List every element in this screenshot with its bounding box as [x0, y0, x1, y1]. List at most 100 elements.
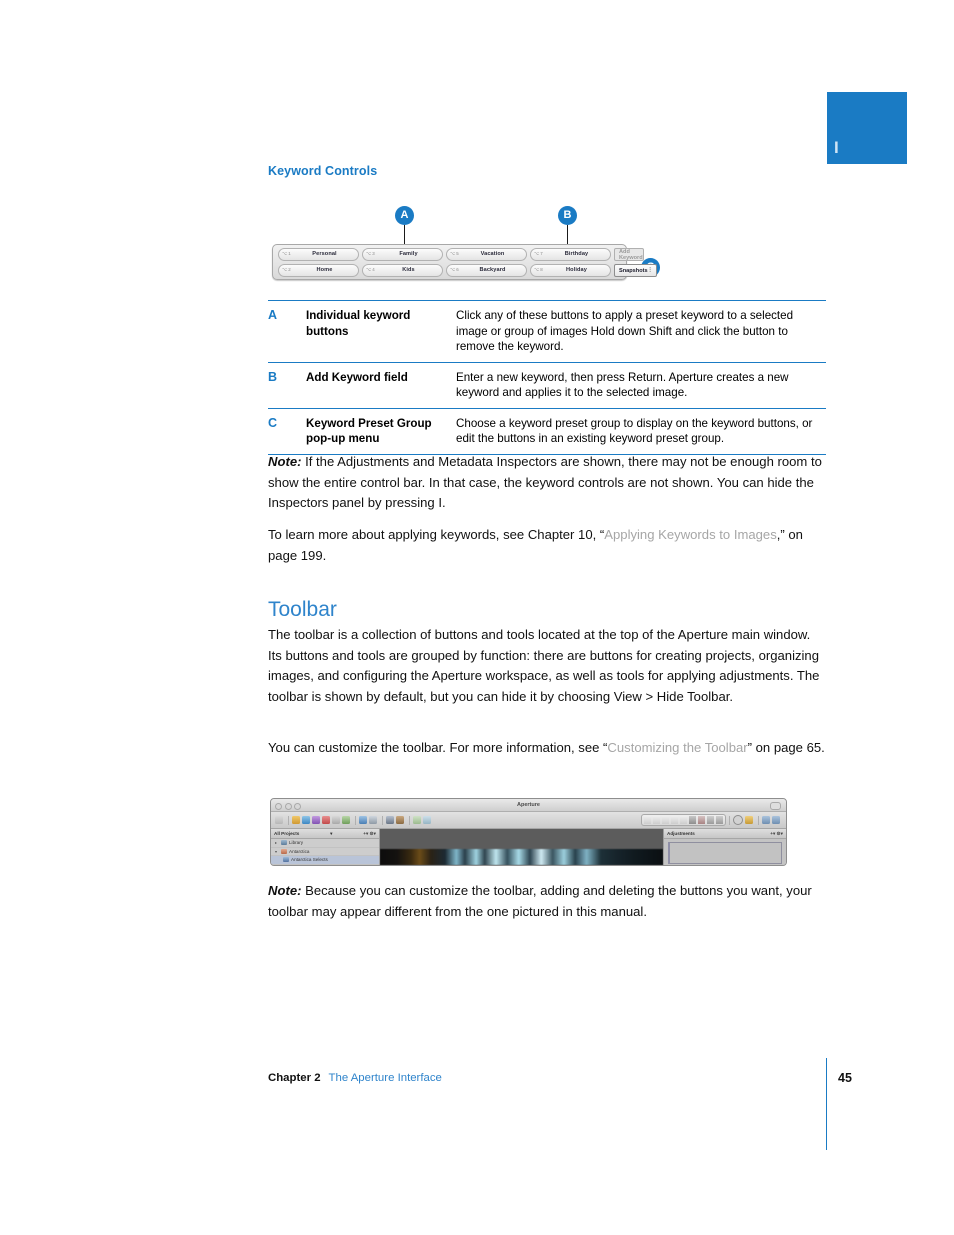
- keyword-label: Holiday: [566, 266, 587, 273]
- legend-key: B: [268, 369, 278, 384]
- toolbar-body-paragraph: The toolbar is a collection of buttons a…: [268, 627, 820, 704]
- callout-b: B: [558, 206, 577, 225]
- keyword-label: Birthday: [564, 250, 589, 257]
- keyword-button[interactable]: ⌥ 4 Kids: [362, 264, 443, 277]
- legend-key: C: [268, 415, 278, 430]
- note-paragraph-2: Note: Because you can customize the tool…: [268, 881, 826, 922]
- note-label: Note:: [268, 883, 302, 898]
- toolbar-separator: [355, 815, 356, 825]
- toolbar-toggle-icon[interactable]: [770, 802, 781, 810]
- inspector-icon[interactable]: [762, 816, 770, 824]
- chevron-down-icon[interactable]: ▾: [330, 831, 332, 837]
- footer: Chapter 2 The Aperture Interface: [268, 1072, 826, 1084]
- lift-icon[interactable]: [707, 816, 714, 824]
- close-icon[interactable]: [275, 802, 282, 810]
- full-screen-icon[interactable]: [772, 816, 780, 824]
- zoom-icon[interactable]: [294, 802, 301, 810]
- keyword-button[interactable]: ⌥ 2 Home: [278, 264, 359, 277]
- callout-a: A: [395, 206, 414, 225]
- microphone-icon[interactable]: [275, 816, 283, 824]
- crossref-lead: To learn more about applying keywords, s…: [268, 527, 605, 542]
- legend-term: Add Keyword field: [306, 370, 408, 384]
- keyword-controls-figure: A B C ⌥ 1 Personal ⌥ 3 Family ⌥ 5 Vacati…: [268, 200, 688, 290]
- keyword-preset-group-popup[interactable]: Snapshots ⋮: [614, 264, 657, 277]
- crossref-paragraph-1: To learn more about applying keywords, s…: [268, 525, 826, 566]
- toolbar-separator: [382, 815, 383, 825]
- keyword-shortcut: ⌥ 2: [282, 267, 291, 273]
- keywords-icon[interactable]: [745, 816, 753, 824]
- rotate-right-icon[interactable]: [662, 816, 669, 824]
- add-keyword-input[interactable]: Add Keyword: [614, 248, 644, 261]
- inspector-panel-title: Adjustments: [667, 831, 695, 836]
- aperture-window-body: All Projects ▾ +▾ ⚙▾ ▸ Library ▾ Antarct…: [271, 829, 786, 865]
- new-project-icon[interactable]: [292, 816, 300, 824]
- keyword-button[interactable]: ⌥ 6 Backyard: [446, 264, 527, 277]
- footer-chapter: Chapter 2: [268, 1072, 321, 1084]
- sidebar-item-label: Antarctica Selects: [291, 857, 328, 863]
- sidebar-item-library[interactable]: ▸ Library: [271, 839, 379, 848]
- compare-icon[interactable]: [413, 816, 421, 824]
- callout-legend-table: A Individual keyword buttons Click any o…: [268, 300, 826, 455]
- inspector-panel: Adjustments +▾ ⚙▾: [663, 829, 786, 865]
- keyword-button-row-1: ⌥ 1 Personal ⌥ 3 Family ⌥ 5 Vacation ⌥ 7…: [278, 248, 644, 262]
- crossref-lead: You can customize the toolbar. For more …: [268, 740, 608, 755]
- tool-palette[interactable]: [641, 814, 726, 826]
- red-eye-icon[interactable]: [698, 816, 705, 824]
- new-book-icon[interactable]: [322, 816, 330, 824]
- adjustments-pane: [668, 842, 782, 864]
- sidebar-item-antarctica[interactable]: ▾ Antarctica: [271, 848, 379, 856]
- keyword-label: Family: [399, 250, 418, 257]
- legend-description: Enter a new keyword, then press Return. …: [456, 370, 789, 400]
- disclosure-triangle-icon[interactable]: ▸: [275, 840, 279, 845]
- projects-panel-title: All Projects: [274, 831, 300, 836]
- note-paragraph-1: Note: If the Adjustments and Metadata In…: [268, 452, 826, 514]
- window-controls[interactable]: [275, 802, 301, 810]
- selection-arrow-icon[interactable]: [644, 816, 651, 824]
- add-and-action-buttons[interactable]: +▾ ⚙▾: [770, 831, 783, 837]
- sidebar-item-label: Library: [289, 840, 304, 846]
- keyword-button[interactable]: ⌥ 3 Family: [362, 248, 443, 261]
- chapter-tab: I: [827, 92, 907, 164]
- new-light-table-icon[interactable]: [342, 816, 350, 824]
- rotate-left-icon[interactable]: [653, 816, 660, 824]
- toolbar-group-left: [275, 815, 433, 825]
- album-icon: [283, 857, 289, 863]
- keyword-shortcut: ⌥ 1: [282, 251, 291, 257]
- keyword-preset-group-value: Snapshots: [619, 267, 648, 274]
- legend-description: Click any of these buttons to apply a pr…: [456, 309, 794, 353]
- new-web-page-icon[interactable]: [332, 816, 340, 824]
- viewer-area: [380, 829, 663, 865]
- toolbar-separator: [409, 815, 410, 825]
- crop-icon[interactable]: [680, 816, 687, 824]
- legend-key: A: [268, 308, 278, 322]
- window-title-bar: Aperture: [271, 799, 786, 812]
- photo-thumbnail: [380, 849, 663, 865]
- sidebar-item-label: Antarctica: [289, 848, 310, 854]
- keyword-shortcut: ⌥ 7: [534, 251, 543, 257]
- footer-chapter-name: The Aperture Interface: [328, 1072, 442, 1084]
- sidebar-item-antarctica-selects[interactable]: Antarctica Selects: [271, 856, 379, 865]
- unstack-icon[interactable]: [396, 816, 404, 824]
- new-album-icon[interactable]: [302, 816, 310, 824]
- stamp-icon[interactable]: [716, 816, 723, 824]
- keyword-button[interactable]: ⌥ 7 Birthday: [530, 248, 611, 261]
- import-folder-icon[interactable]: [369, 816, 377, 824]
- loupe-icon[interactable]: [733, 815, 743, 825]
- keyword-button[interactable]: ⌥ 8 Holiday: [530, 264, 611, 277]
- minimize-icon[interactable]: [284, 802, 292, 810]
- keyword-button[interactable]: ⌥ 5 Vacation: [446, 248, 527, 261]
- add-and-action-buttons[interactable]: +▾ ⚙▾: [363, 831, 376, 837]
- import-icon[interactable]: [359, 816, 367, 824]
- keyword-shortcut: ⌥ 3: [366, 251, 375, 257]
- spot-patch-icon[interactable]: [689, 816, 696, 824]
- keyword-shortcut: ⌥ 4: [366, 267, 375, 273]
- email-icon[interactable]: [423, 816, 431, 824]
- crossref-link[interactable]: Applying Keywords to Images: [604, 527, 777, 542]
- crossref-link[interactable]: Customizing the Toolbar: [607, 740, 747, 755]
- straighten-icon[interactable]: [671, 816, 678, 824]
- disclosure-triangle-icon[interactable]: ▾: [275, 849, 279, 854]
- stack-icon[interactable]: [386, 816, 394, 824]
- keyword-button[interactable]: ⌥ 1 Personal: [278, 248, 359, 261]
- aperture-window-screenshot: Aperture All Projects ▾ +▾ ⚙▾ ▸ Library …: [270, 798, 787, 866]
- new-smart-album-icon[interactable]: [312, 816, 320, 824]
